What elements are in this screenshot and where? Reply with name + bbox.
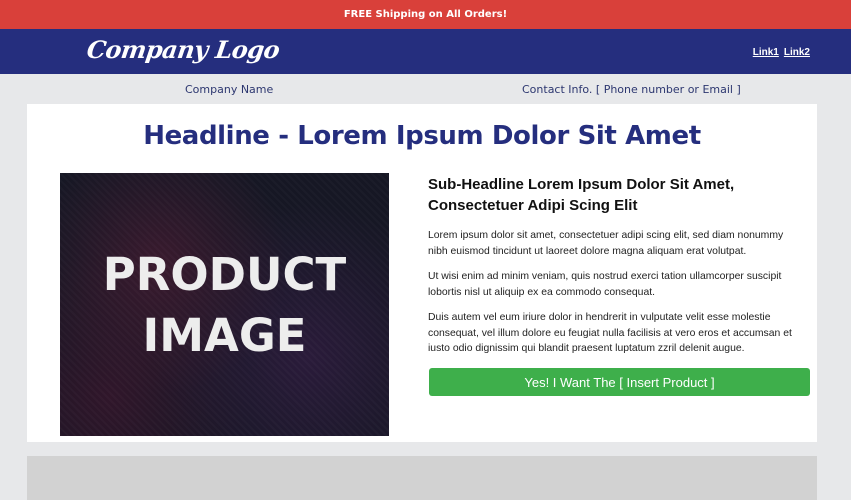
bottom-section [27,456,817,500]
body-paragraph-2: Ut wisi enim ad minim veniam, quis nostr… [428,271,782,298]
main-content-card: Headline - Lorem Ipsum Dolor Sit Amet PR… [27,104,817,442]
body-paragraph-1: Lorem ipsum dolor sit amet, consectetuer… [428,230,784,257]
announcement-bar: FREE Shipping on All Orders! [0,0,851,29]
nav-link-2[interactable]: Link2 [784,47,810,58]
contact-info: Contact Info. [ Phone number or Email ] [522,83,741,96]
cta-buy-button[interactable]: Yes! I Want The [ Insert Product ] [429,368,810,396]
nav-links: Link1 Link2 [753,47,810,58]
product-image: PRODUCT IMAGE [60,173,389,436]
body-paragraph-3: Duis autem vel eum iriure dolor in hendr… [428,312,792,354]
company-name: Company Name [185,83,274,96]
info-bar: Company Name Contact Info. [ Phone numbe… [0,74,851,104]
announcement-text: FREE Shipping on All Orders! [343,9,508,20]
navbar: Company Logo Link1 Link2 [0,29,851,74]
nav-link-1[interactable]: Link1 [753,47,779,58]
page-headline: Headline - Lorem Ipsum Dolor Sit Amet [143,121,701,151]
company-logo[interactable]: Company Logo [85,33,282,67]
product-image-label: PRODUCT IMAGE [102,247,347,362]
sub-headline: Sub-Headline Lorem Ipsum Dolor Sit Amet,… [428,176,735,214]
